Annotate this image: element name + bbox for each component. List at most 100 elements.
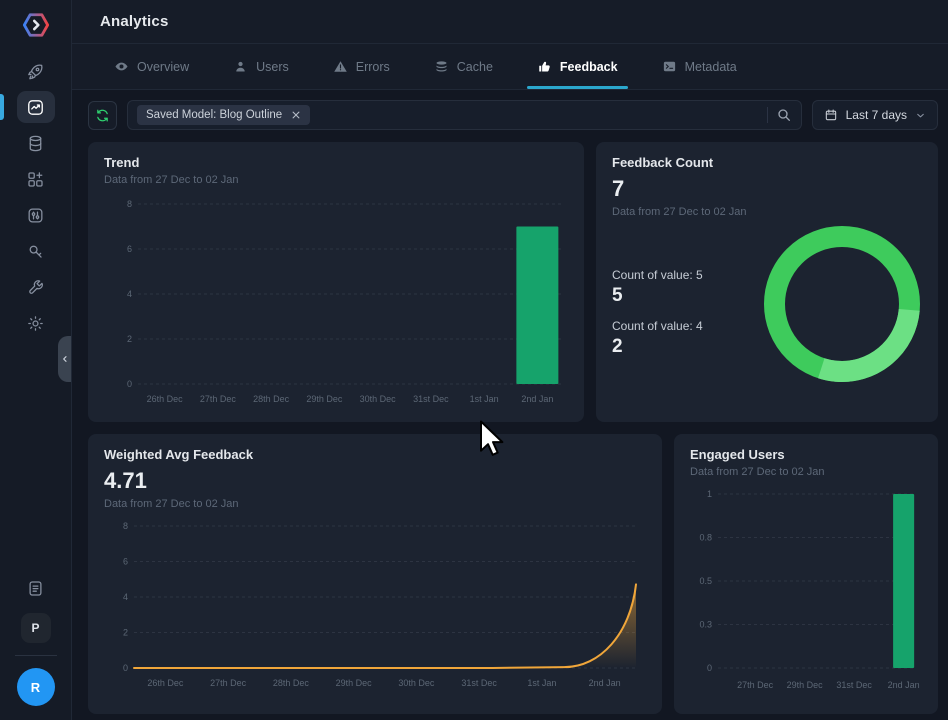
sidebar-item-sliders[interactable]: [17, 199, 55, 231]
refresh-button[interactable]: [88, 101, 117, 130]
svg-text:1: 1: [707, 489, 712, 499]
user-avatar[interactable]: R: [17, 668, 55, 706]
filter-chip-label: Saved Model: Blog Outline: [146, 109, 282, 121]
weighted-avg-card: Weighted Avg Feedback 4.71 Data from 27 …: [88, 434, 662, 714]
svg-text:2nd Jan: 2nd Jan: [888, 680, 920, 690]
page-title: Analytics: [100, 13, 169, 30]
blocks-plus-icon: [26, 170, 45, 189]
feedback-count-card: Feedback Count 7 Data from 27 Dec to 02 …: [596, 142, 938, 422]
close-icon: [291, 110, 301, 120]
date-range-selector[interactable]: Last 7 days: [812, 100, 938, 130]
svg-text:0.8: 0.8: [699, 533, 712, 543]
wrench-icon: [26, 278, 45, 297]
stat-value: 2: [612, 336, 703, 358]
tab-overview[interactable]: Overview: [98, 44, 205, 89]
search-button[interactable]: [776, 107, 792, 123]
svg-text:26th Dec: 26th Dec: [147, 678, 184, 688]
main-area: Analytics Overview Users Errors: [72, 0, 948, 720]
svg-text:2nd Jan: 2nd Jan: [521, 394, 553, 404]
svg-text:29th Dec: 29th Dec: [306, 394, 343, 404]
app-logo[interactable]: [19, 9, 53, 41]
svg-text:31st Dec: 31st Dec: [461, 678, 497, 688]
svg-text:0.5: 0.5: [699, 576, 712, 586]
tab-feedback[interactable]: Feedback: [521, 44, 634, 89]
svg-text:4: 4: [127, 289, 132, 299]
tab-label: Overview: [137, 60, 189, 74]
thumbs-up-icon: [537, 59, 552, 74]
card-title: Feedback Count: [612, 155, 922, 170]
workspace-avatar[interactable]: P: [21, 613, 51, 643]
sidebar-collapse-handle[interactable]: [58, 336, 71, 382]
user-icon: [233, 59, 248, 74]
page-header: Analytics: [72, 0, 948, 44]
svg-text:28th Dec: 28th Dec: [253, 394, 290, 404]
card-subtitle: Data from 27 Dec to 02 Jan: [690, 466, 922, 478]
svg-text:31st Dec: 31st Dec: [836, 680, 872, 690]
refresh-icon: [95, 108, 110, 123]
sidebar-item-blocks[interactable]: [17, 163, 55, 195]
stat-label: Count of value: 5: [612, 268, 703, 282]
layers-stack-icon: [434, 59, 449, 74]
feedback-count-value: 7: [612, 176, 922, 202]
svg-text:1st Jan: 1st Jan: [470, 394, 499, 404]
tab-users[interactable]: Users: [217, 44, 305, 89]
stat-label: Count of value: 4: [612, 319, 703, 333]
search-divider: [767, 107, 768, 123]
warning-triangle-icon: [333, 59, 348, 74]
engaged-bar-chart: 00.30.50.8127th Dec29th Dec31st Dec2nd J…: [690, 486, 922, 698]
search-icon: [776, 107, 792, 123]
tab-metadata[interactable]: Metadata: [646, 44, 753, 89]
svg-text:6: 6: [127, 244, 132, 254]
trend-bar-chart: 0246826th Dec27th Dec28th Dec29th Dec30t…: [104, 194, 568, 412]
sidebar-item-analytics[interactable]: [17, 91, 55, 123]
database-icon: [26, 134, 45, 153]
weighted-avg-value: 4.71: [104, 468, 646, 494]
key-icon: [26, 242, 45, 261]
svg-text:28th Dec: 28th Dec: [273, 678, 310, 688]
svg-text:1st Jan: 1st Jan: [527, 678, 556, 688]
svg-text:26th Dec: 26th Dec: [147, 394, 184, 404]
svg-text:30th Dec: 30th Dec: [360, 394, 397, 404]
chip-close-button[interactable]: [291, 110, 301, 120]
tab-label: Metadata: [685, 60, 737, 74]
document-list-icon: [26, 579, 45, 598]
svg-text:29th Dec: 29th Dec: [336, 678, 373, 688]
hexagon-chevron-logo: [22, 11, 50, 39]
sidebar-item-tools[interactable]: [17, 271, 55, 303]
svg-text:8: 8: [127, 199, 132, 209]
card-subtitle: Data from 27 Dec to 02 Jan: [104, 174, 568, 186]
activity-chart-icon: [26, 98, 45, 117]
svg-text:2: 2: [123, 628, 128, 638]
weighted-line-chart: 0246826th Dec27th Dec28th Dec29th Dec30t…: [104, 518, 646, 696]
sidebar-item-keys[interactable]: [17, 235, 55, 267]
eye-icon: [114, 59, 129, 74]
svg-text:2: 2: [127, 334, 132, 344]
feedback-count-stats: Count of value: 5 5 Count of value: 4 2: [612, 238, 703, 370]
tab-bar: Overview Users Errors Cache: [72, 44, 948, 90]
tab-label: Users: [256, 60, 289, 74]
card-title: Engaged Users: [690, 447, 922, 462]
svg-text:30th Dec: 30th Dec: [398, 678, 435, 688]
sidebar-item-rocket[interactable]: [17, 55, 55, 87]
svg-text:0: 0: [707, 663, 712, 673]
tab-errors[interactable]: Errors: [317, 44, 406, 89]
gear-icon: [26, 314, 45, 333]
feedback-donut-chart: [762, 224, 922, 384]
sliders-panel-icon: [26, 206, 45, 225]
sidebar-divider: [15, 655, 57, 656]
svg-text:31st Dec: 31st Dec: [413, 394, 449, 404]
engaged-users-card: Engaged Users Data from 27 Dec to 02 Jan…: [674, 434, 938, 714]
filter-chip[interactable]: Saved Model: Blog Outline: [137, 105, 310, 125]
sidebar-item-database[interactable]: [17, 127, 55, 159]
terminal-icon: [662, 59, 677, 74]
stat-value: 5: [612, 285, 703, 307]
sidebar-item-settings[interactable]: [17, 307, 55, 339]
date-range-label: Last 7 days: [846, 108, 907, 122]
svg-text:6: 6: [123, 557, 128, 567]
search-input[interactable]: Saved Model: Blog Outline: [127, 100, 802, 130]
svg-text:8: 8: [123, 521, 128, 531]
chevron-down-icon: [915, 110, 926, 121]
chevron-left-icon: [61, 355, 69, 363]
sidebar-item-docs[interactable]: [19, 573, 53, 603]
tab-cache[interactable]: Cache: [418, 44, 509, 89]
